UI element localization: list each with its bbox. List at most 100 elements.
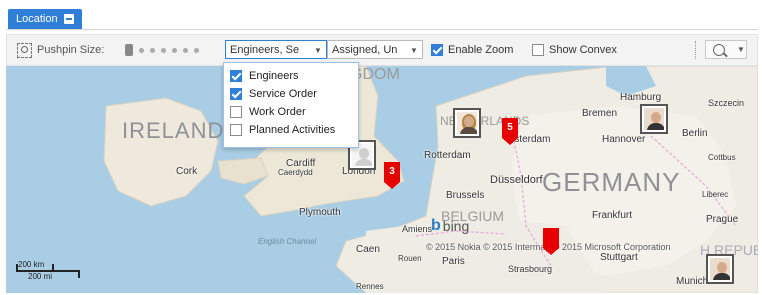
map-label-rotterdam: Rotterdam — [424, 150, 471, 161]
zoom-rectangle-button[interactable] — [15, 35, 33, 65]
pin-tip — [502, 138, 518, 145]
scale-mi: 200 mi — [28, 272, 53, 281]
engineer-marker[interactable] — [453, 108, 481, 138]
slider-step[interactable] — [183, 47, 188, 53]
slider-handle[interactable] — [125, 44, 133, 56]
bing-brand-text: bing — [442, 218, 470, 234]
layer-option-service-order[interactable]: Service Order — [230, 86, 317, 102]
map-label-prague: Prague — [706, 214, 739, 225]
layer-option-checkbox[interactable] — [230, 106, 242, 118]
map-label-brussels: Brussels — [446, 190, 485, 201]
map-label-germany: GERMANY — [542, 167, 681, 197]
bing-logo: b bing — [431, 217, 469, 235]
collapse-icon[interactable] — [63, 14, 74, 24]
pushpin-size-label: Pushpin Size: — [37, 44, 105, 56]
show-convex-toggle[interactable]: Show Convex — [532, 35, 617, 65]
chevron-down-icon: ▼ — [409, 41, 419, 58]
map-label-english-channel: English Channel — [258, 237, 317, 246]
map-label-szczecin: Szczecin — [708, 98, 745, 108]
enable-zoom-toggle[interactable]: Enable Zoom — [431, 35, 513, 65]
map-label-hamburg: Hamburg — [620, 92, 662, 103]
map-label-berlin: Berlin — [682, 128, 708, 139]
map-label-paris: Paris — [442, 256, 465, 267]
tab-divider — [6, 29, 758, 30]
scale-tick — [52, 264, 54, 270]
scale-tick — [78, 270, 80, 278]
status-dropdown[interactable]: Assigned, Un ▼ — [327, 40, 423, 59]
show-convex-label: Show Convex — [549, 44, 617, 56]
slider-step[interactable] — [150, 47, 155, 53]
tab-label: Location — [16, 13, 58, 25]
head-shape — [717, 262, 727, 273]
layer-option-checkbox[interactable] — [230, 88, 242, 100]
map-label-dusseldorf: Düsseldorf — [490, 174, 543, 186]
zoom-rectangle-icon — [16, 42, 32, 58]
enable-zoom-checkbox[interactable] — [431, 44, 443, 56]
scale-km: 200 km — [18, 260, 45, 269]
map-label-liberec: Liberec — [702, 190, 729, 199]
map-toolbar: Pushpin Size: Engineers, Se ▼ Assigned, … — [6, 34, 758, 66]
layer-option-work-order[interactable]: Work Order — [230, 104, 306, 120]
enable-zoom-label: Enable Zoom — [448, 44, 514, 56]
toolbar-separator — [695, 41, 696, 59]
service-order-pin[interactable] — [543, 228, 559, 255]
body-shape — [355, 159, 372, 166]
map-label-cardiff-local: Caerdydd — [278, 168, 313, 177]
map-label-rennes: Rennes — [356, 282, 384, 291]
layer-option-label: Engineers — [249, 70, 299, 82]
map-label-rouen: Rouen — [398, 254, 422, 263]
body-shape — [713, 273, 730, 280]
layer-dropdown-menu: Engineers Service Order Work Order Plann… — [223, 62, 359, 148]
layer-option-checkbox[interactable] — [230, 70, 242, 82]
map-label-munich: Munich — [676, 276, 709, 287]
head-shape — [464, 116, 474, 127]
layer-dropdown-value: Engineers, Se — [230, 44, 300, 56]
layer-option-checkbox[interactable] — [230, 124, 242, 136]
slider-step[interactable] — [139, 47, 144, 53]
head-shape — [651, 112, 661, 123]
map-view[interactable]: IRELAND GDOM GERMANY BELGIUM H REPUBL NE… — [6, 66, 758, 293]
scale-tick — [16, 264, 18, 272]
show-convex-checkbox[interactable] — [532, 44, 544, 56]
head-shape — [359, 148, 369, 159]
layer-dropdown[interactable]: Engineers, Se ▼ — [225, 40, 327, 59]
map-label-hannover: Hannover — [602, 134, 646, 145]
service-order-pin[interactable]: 3 — [384, 162, 400, 189]
layer-option-label: Service Order — [249, 88, 317, 100]
tab-bar: Location — [0, 0, 762, 30]
map-label-stuttgart: Stuttgart — [600, 252, 638, 263]
scale-line — [16, 270, 80, 272]
layer-option-label: Work Order — [249, 106, 306, 118]
engineer-photo — [644, 108, 664, 130]
map-label-amiens: Amiens — [402, 224, 433, 234]
pin-body — [543, 228, 559, 248]
engineer-photo — [457, 112, 477, 134]
pin-count: 3 — [389, 166, 395, 177]
chevron-down-icon: ▼ — [313, 41, 323, 58]
status-dropdown-value: Assigned, Un — [332, 44, 398, 56]
slider-step[interactable] — [172, 47, 177, 53]
body-shape — [460, 127, 477, 134]
service-order-pin[interactable]: 5 — [502, 118, 518, 145]
map-label-caen: Caen — [356, 244, 380, 255]
chevron-down-icon: ▼ — [737, 45, 745, 54]
map-label-bremen: Bremen — [582, 108, 618, 119]
engineer-marker[interactable] — [706, 254, 734, 284]
map-label-ireland: IRELAND — [122, 118, 225, 143]
body-shape — [647, 123, 664, 130]
layer-option-planned-activities[interactable]: Planned Activities — [230, 122, 335, 138]
slider-step[interactable] — [161, 47, 166, 53]
map-label-cork: Cork — [176, 166, 198, 177]
tab-location[interactable]: Location — [8, 9, 82, 29]
engineer-photo — [710, 258, 730, 280]
layer-option-label: Planned Activities — [249, 124, 336, 136]
pin-tip — [384, 182, 400, 189]
slider-step[interactable] — [194, 47, 199, 53]
engineer-marker[interactable] — [640, 104, 668, 134]
map-label-frankfurt: Frankfurt — [592, 210, 633, 221]
layer-option-engineers[interactable]: Engineers — [230, 68, 299, 84]
map-label-cottbus: Cottbus — [708, 153, 736, 162]
pushpin-size-slider[interactable] — [125, 35, 199, 65]
search-icon — [713, 43, 725, 56]
map-search-button[interactable]: ▼ — [705, 40, 747, 59]
